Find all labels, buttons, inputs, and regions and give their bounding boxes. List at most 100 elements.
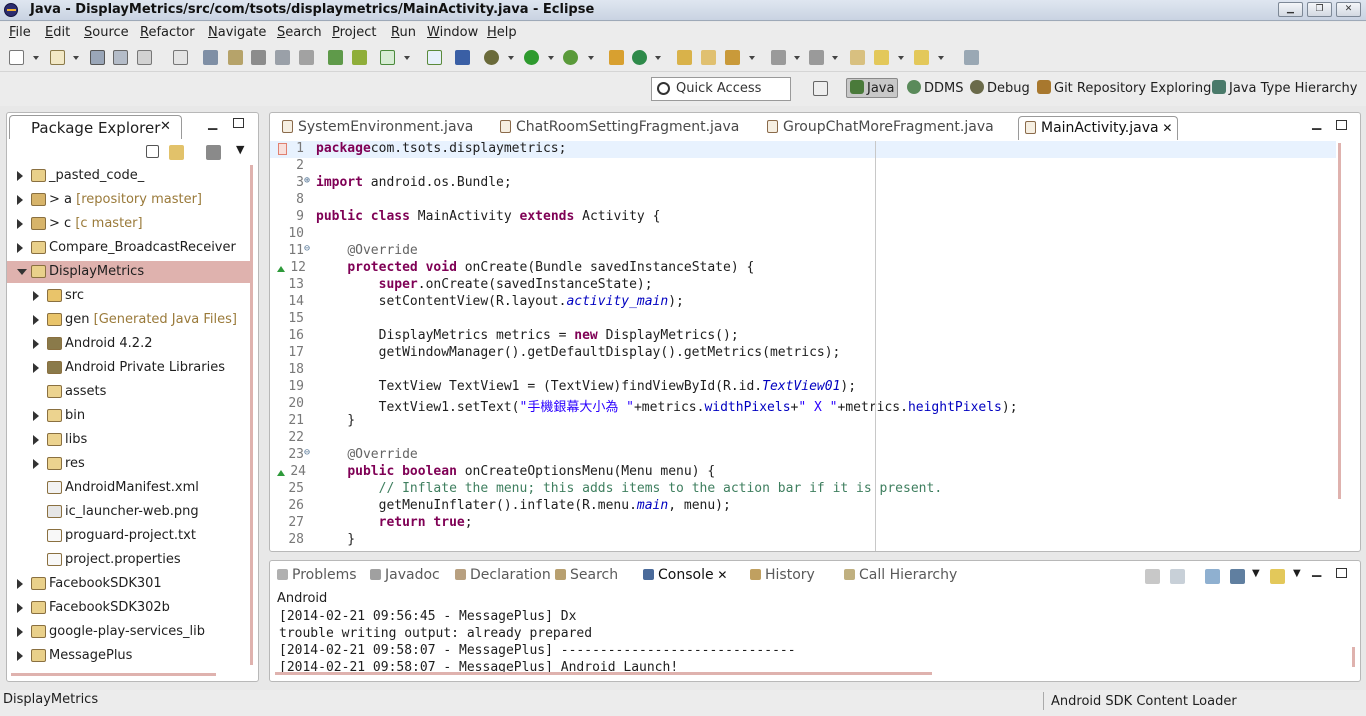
menu-refactor[interactable]: Refactor [140, 25, 195, 40]
skip-breakpoints-icon[interactable] [455, 50, 470, 65]
new-project-icon[interactable] [50, 50, 65, 65]
menu-help[interactable]: Help [487, 25, 517, 40]
tree-item[interactable]: google-play-services_lib [7, 621, 252, 643]
code-line[interactable]: 3 ⊕ import android.os.Bundle; [270, 175, 1336, 192]
expand-arrow-icon[interactable] [33, 411, 39, 421]
debug-icon[interactable] [484, 50, 499, 65]
minimize-editor-icon[interactable]: ▁ [1312, 116, 1321, 130]
code-line[interactable]: 14 setContentView(R.layout.activity_main… [270, 294, 1336, 311]
tree-item[interactable]: _pasted_code_ [7, 165, 252, 187]
code-line[interactable]: 10 [270, 226, 1336, 243]
tree-item[interactable]: FacebookSDK302b [7, 597, 252, 619]
menu-edit[interactable]: Edit [45, 25, 70, 40]
previous-annotation-icon[interactable] [809, 50, 824, 65]
new-android-project-icon[interactable] [427, 50, 442, 65]
bottom-tab[interactable]: Console ✕ [643, 567, 728, 583]
close-window-button[interactable]: ✕ [1336, 2, 1361, 17]
tree-item[interactable]: DisplayMetrics [7, 261, 252, 283]
menu-file[interactable]: File [9, 25, 31, 40]
code-line[interactable]: 1 packagecom.tsots.displaymetrics; [270, 141, 1336, 158]
focus-task-icon[interactable] [206, 145, 221, 160]
code-editor[interactable]: 1 packagecom.tsots.displaymetrics; 2 3 ⊕ impo… [270, 141, 1360, 551]
open-console-icon[interactable] [1270, 569, 1285, 584]
lint-check-icon[interactable] [380, 50, 395, 65]
show-whitespace-icon[interactable] [275, 50, 290, 65]
tree-item[interactable]: gen [Generated Java Files] [7, 309, 252, 331]
back-icon[interactable] [874, 50, 889, 65]
tree-vertical-scrollbar[interactable] [250, 165, 253, 665]
code-line[interactable]: 12 protected void onCreate(Bundle savedI… [270, 260, 1336, 277]
bottom-tab[interactable]: Search [555, 567, 618, 583]
tree-item[interactable]: Android Private Libraries [7, 357, 252, 379]
last-edit-location-icon[interactable] [850, 50, 865, 65]
new-java-package-icon[interactable] [609, 50, 624, 65]
minimize-view-icon[interactable]: ▁ [208, 116, 217, 130]
code-line[interactable]: 13 super.onCreate(savedInstanceState); [270, 277, 1336, 294]
perspective-java[interactable]: Java [846, 78, 899, 98]
code-line[interactable]: 11 ⊖ @Override [270, 243, 1336, 260]
maximize-console-icon[interactable] [1336, 568, 1347, 578]
pin-console-icon[interactable] [1205, 569, 1220, 584]
menu-source[interactable]: Source [84, 25, 129, 40]
maximize-view-icon[interactable] [233, 118, 244, 128]
menu-window[interactable]: Window [427, 25, 478, 40]
expand-arrow-icon[interactable] [17, 603, 23, 613]
view-menu-icon[interactable]: ▼ [236, 143, 244, 156]
editor-tab[interactable]: MainActivity.java ✕ [1018, 116, 1178, 140]
tree-item[interactable]: Compare_BroadcastReceiver [7, 237, 252, 259]
binary-icon[interactable] [173, 50, 188, 65]
tree-item[interactable]: ic_launcher-web.png [7, 501, 252, 523]
tree-item[interactable]: assets [7, 381, 252, 403]
expand-arrow-icon[interactable] [33, 435, 39, 445]
bottom-tab[interactable]: History [750, 567, 815, 583]
perspective-ddms[interactable]: DDMS [907, 80, 964, 100]
collapse-fold-icon[interactable]: ⊖ [304, 447, 310, 458]
tree-item[interactable]: proguard-project.txt [7, 525, 252, 547]
build-icon[interactable] [203, 50, 218, 65]
open-perspective-icon[interactable] [813, 81, 828, 96]
expand-arrow-icon[interactable] [17, 243, 23, 253]
collapse-arrow-icon[interactable] [17, 269, 27, 275]
tree-item[interactable]: MessagePlus [7, 645, 252, 667]
tree-item[interactable]: Android 4.2.2 [7, 333, 252, 355]
expand-arrow-icon[interactable] [17, 219, 23, 229]
expand-fold-icon[interactable]: ⊕ [304, 175, 310, 186]
new-icon[interactable] [9, 50, 24, 65]
maximize-window-button[interactable]: ❐ [1307, 2, 1332, 17]
print-icon[interactable] [137, 50, 152, 65]
console-vertical-scrollbar[interactable] [1352, 647, 1355, 667]
menu-search[interactable]: Search [277, 25, 322, 40]
close-tab-icon[interactable]: ✕ [1159, 121, 1172, 135]
display-console-menu-icon[interactable]: ▼ [1252, 568, 1260, 579]
open-type-icon[interactable] [677, 50, 692, 65]
link-with-editor-icon[interactable] [169, 145, 184, 160]
code-line[interactable]: 17 getWindowManager().getDefaultDisplay(… [270, 345, 1336, 362]
tree-item[interactable]: src [7, 285, 252, 307]
menu-navigate[interactable]: Navigate [208, 25, 266, 40]
code-line[interactable]: 20 TextView1.setText("手機銀幕大小為 "+metrics.… [270, 396, 1336, 415]
tree-horizontal-scrollbar[interactable] [11, 673, 216, 676]
perspective-git[interactable]: Git Repository Exploring [1037, 80, 1211, 100]
code-line[interactable]: 2 [270, 158, 1336, 175]
expand-arrow-icon[interactable] [17, 627, 23, 637]
clear-console-icon[interactable] [1145, 569, 1160, 584]
code-line[interactable]: 25 // Inflate the menu; this adds items … [270, 481, 1336, 498]
perspective-debug[interactable]: Debug [970, 80, 1030, 100]
avd-manager-icon[interactable] [352, 50, 367, 65]
minimize-console-icon[interactable]: ▁ [1312, 563, 1321, 577]
code-line[interactable]: 24 public boolean onCreateOptionsMenu(Me… [270, 464, 1336, 481]
toggle-mark-icon[interactable] [228, 50, 243, 65]
code-line[interactable]: 18 [270, 362, 1336, 379]
quick-access-field[interactable]: Quick Access [651, 77, 791, 101]
expand-arrow-icon[interactable] [17, 579, 23, 589]
expand-arrow-icon[interactable] [17, 171, 23, 181]
expand-arrow-icon[interactable] [33, 363, 39, 373]
editor-tab[interactable]: SystemEnvironment.java [276, 116, 476, 140]
close-view-icon[interactable]: ✕ [160, 119, 171, 134]
new-java-class-icon[interactable] [632, 50, 647, 65]
run-icon[interactable] [524, 50, 539, 65]
code-line[interactable]: 9 public class MainActivity extends Activ… [270, 209, 1336, 226]
tree-item[interactable]: FacebookSDK301 [7, 573, 252, 595]
code-line[interactable]: 15 [270, 311, 1336, 328]
collapse-all-icon[interactable] [146, 145, 159, 158]
